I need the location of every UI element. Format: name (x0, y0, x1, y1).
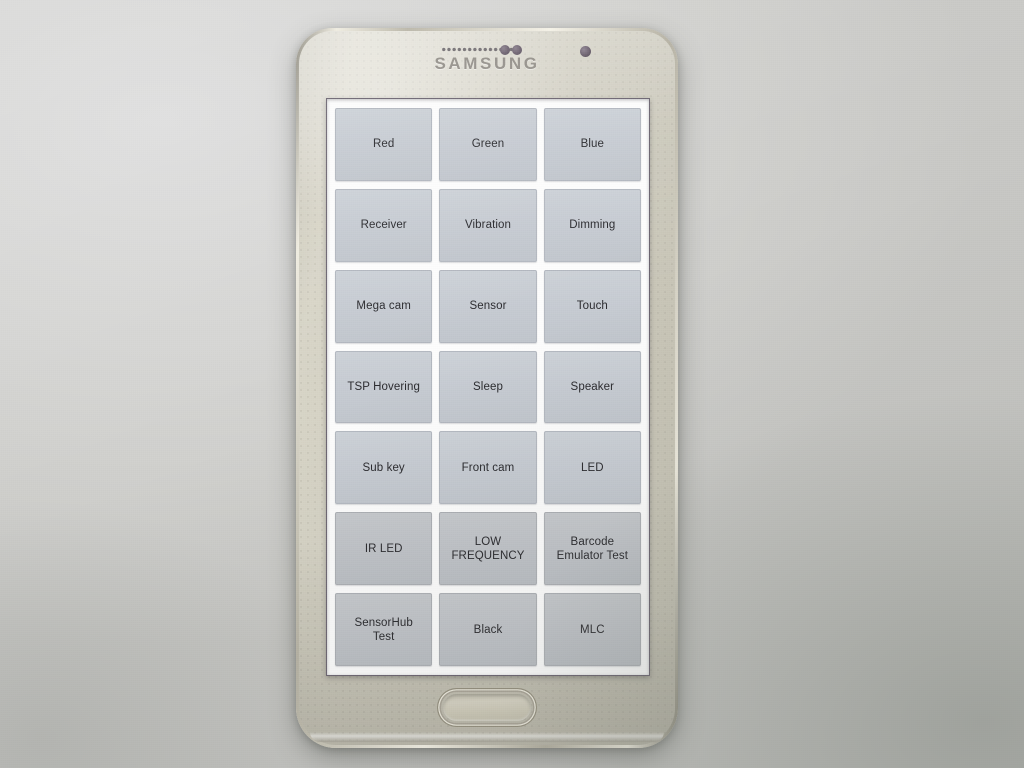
photo-scene: SAMSUNG Red Green Blue Receiver Vibration Dim… (0, 0, 1024, 768)
test-tile[interactable]: Green (439, 108, 537, 181)
test-tile[interactable]: Red (335, 108, 433, 181)
test-tile[interactable]: Dimming (543, 188, 641, 262)
test-tile[interactable]: SensorHub Test (335, 593, 433, 666)
test-tile[interactable]: IR LED (335, 512, 433, 586)
test-tile[interactable]: Sensor (439, 269, 537, 343)
test-tile[interactable]: Blue (543, 108, 641, 181)
test-tile-label: Receiver (360, 219, 407, 232)
test-tile[interactable]: Barcode Emulator Test (543, 512, 641, 586)
samsung-phone-device: SAMSUNG Red Green Blue Receiver Vibration Dim… (296, 28, 678, 748)
test-tile-label: Vibration (464, 219, 512, 232)
test-tile-label: Speaker (570, 380, 615, 393)
test-tile[interactable]: Sleep (439, 350, 537, 424)
bottom-bezel-highlight (310, 732, 664, 742)
test-tile[interactable]: TSP Hovering (335, 350, 433, 424)
test-tile-label: SensorHub Test (354, 616, 413, 643)
test-tile-label: Red (372, 138, 395, 151)
test-tile[interactable]: LED (543, 431, 641, 505)
test-tile[interactable]: Touch (543, 269, 641, 343)
test-tile-label: Front cam (461, 461, 515, 474)
test-tile[interactable]: Mega cam (335, 269, 433, 343)
test-tile-label: LED (580, 461, 604, 474)
test-tile-label: Touch (576, 300, 608, 313)
test-tile-label: LOW FREQUENCY (451, 535, 525, 562)
test-tile-label: Mega cam (356, 300, 411, 313)
test-tile[interactable]: Black (439, 593, 537, 666)
test-tile[interactable]: Sub key (335, 431, 433, 505)
samsung-brand-logo: SAMSUNG (434, 54, 540, 73)
test-tile-label: Dimming (569, 219, 616, 232)
test-tile-label: TSP Hovering (347, 380, 420, 393)
phone-screen: Red Green Blue Receiver Vibration Dimming Mega… (326, 98, 650, 676)
test-tile-label: Sub key (362, 461, 405, 474)
test-tile[interactable]: LOW FREQUENCY (439, 512, 537, 586)
test-tile-label: Black (473, 623, 503, 636)
test-menu-grid: Red Green Blue Receiver Vibration Dimming Mega… (335, 108, 641, 666)
test-tile-label: Blue (580, 138, 605, 151)
test-tile[interactable]: Front cam (439, 431, 537, 505)
home-button[interactable] (441, 692, 533, 723)
test-tile-label: Green (471, 138, 505, 151)
test-tile-label: IR LED (364, 542, 403, 555)
test-tile[interactable]: MLC (543, 593, 641, 666)
test-tile-label: Barcode Emulator Test (556, 535, 629, 562)
test-tile-label: MLC (580, 623, 605, 636)
test-tile[interactable]: Vibration (439, 188, 537, 262)
test-tile[interactable]: Receiver (335, 188, 433, 262)
test-tile-label: Sensor (469, 300, 507, 313)
test-tile[interactable]: Speaker (543, 350, 641, 424)
test-tile-label: Sleep (473, 380, 503, 393)
